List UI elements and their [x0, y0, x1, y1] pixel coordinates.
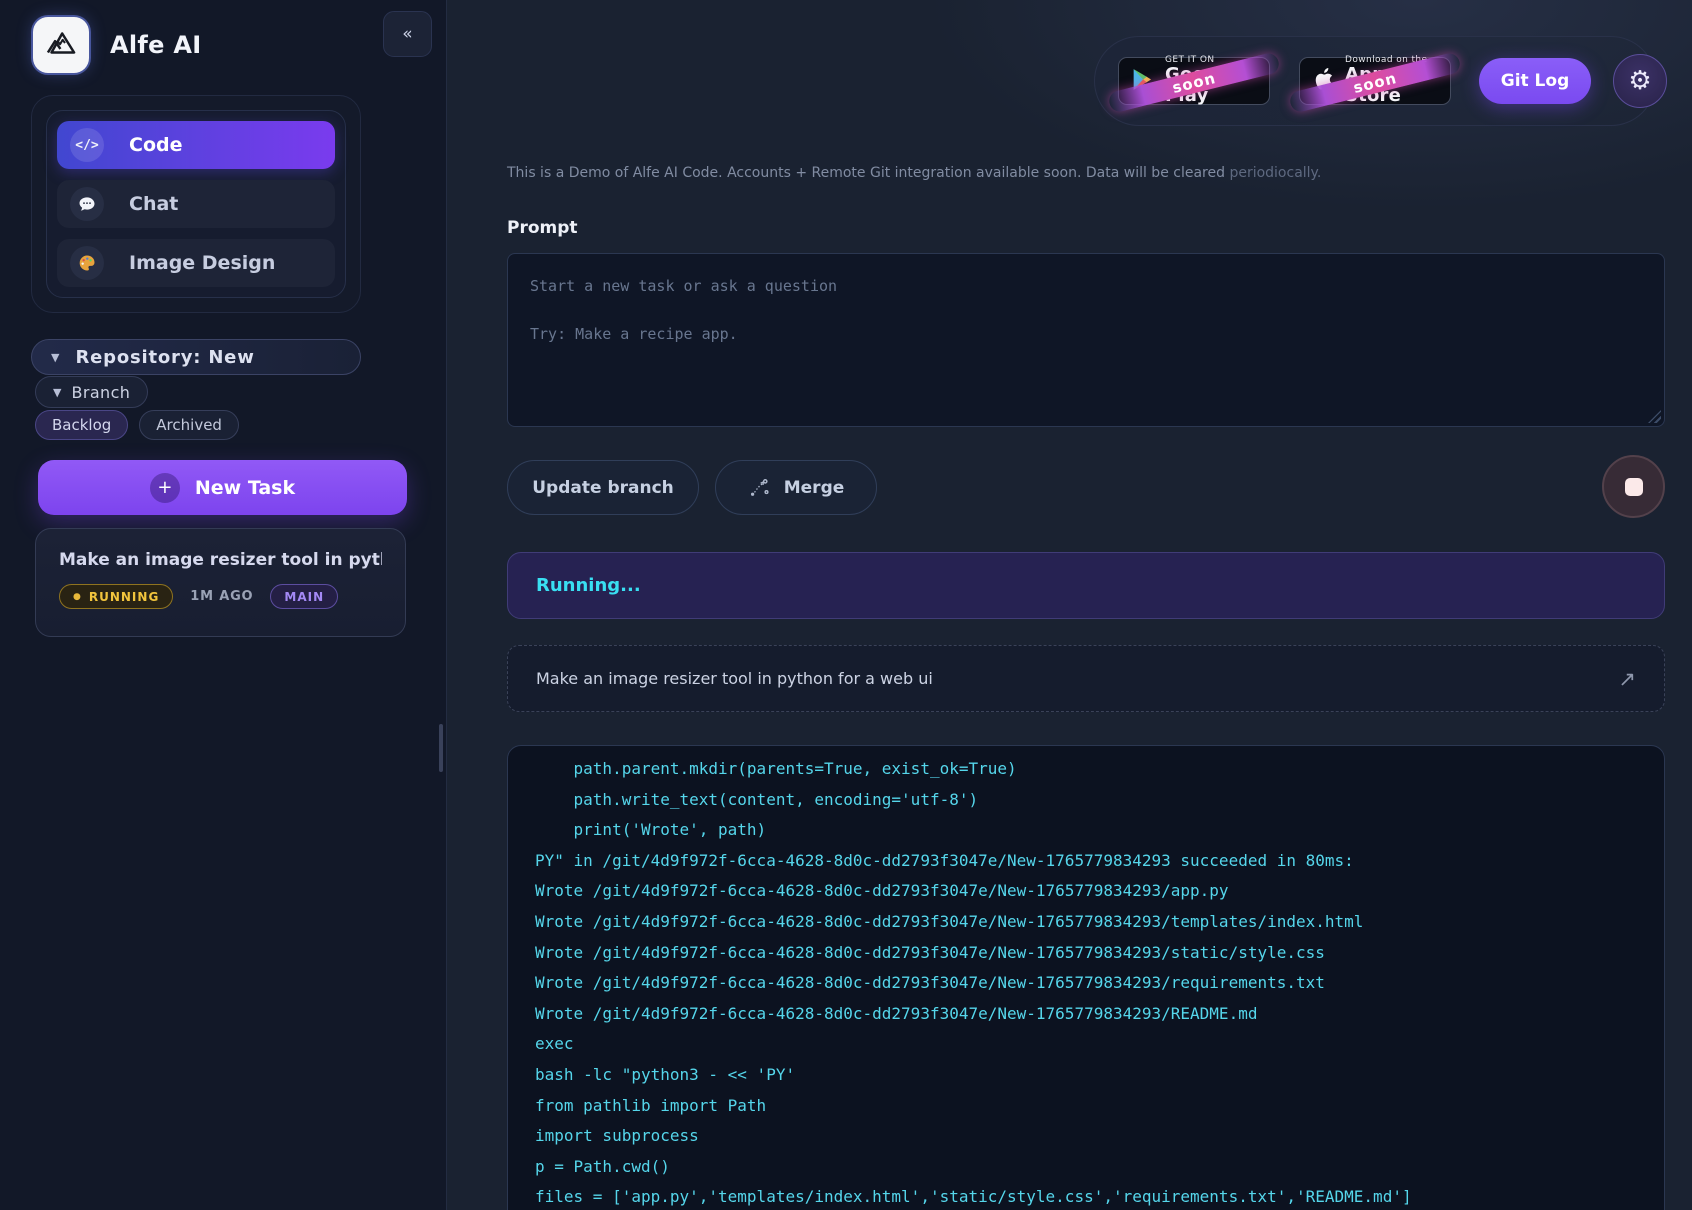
chevron-down-icon: ▼: [53, 386, 61, 399]
log-line: Wrote /git/4d9f972f-6cca-4628-8d0c-dd279…: [535, 968, 1637, 999]
google-play-icon: [1130, 67, 1155, 96]
gear-icon: ⚙: [1628, 66, 1651, 96]
merge-label: Merge: [784, 478, 845, 498]
palette-icon: [70, 246, 104, 280]
merge-button[interactable]: Merge: [715, 460, 877, 515]
nav-item-image-design[interactable]: Image Design: [57, 239, 335, 287]
task-card-badges: ● RUNNING 1M AGO MAIN: [59, 584, 382, 609]
sidebar: Alfe AI « </> Code: [0, 0, 447, 1210]
active-task-title: Make an image resizer tool in python for…: [536, 669, 1618, 688]
app-title: Alfe AI: [110, 31, 201, 59]
merge-icon: [748, 476, 771, 499]
nav-label: Code: [129, 134, 182, 156]
google-play-text: GET IT ON Google Play: [1165, 55, 1258, 107]
branch-selector[interactable]: ▼ Branch: [35, 376, 148, 408]
app-store-text: Download on the App Store: [1345, 55, 1439, 107]
task-card-title: Make an image resizer tool in python f..…: [59, 550, 382, 570]
prompt-input[interactable]: [507, 253, 1665, 427]
header-actions: GET IT ON Google Play soon Download on t…: [1094, 36, 1656, 126]
stop-icon: [1625, 478, 1643, 496]
task-card[interactable]: Make an image resizer tool in python f..…: [35, 528, 406, 637]
task-age: 1M AGO: [190, 589, 253, 604]
stop-button[interactable]: [1602, 455, 1665, 518]
nav-item-chat[interactable]: Chat: [57, 180, 335, 228]
log-line: path.parent.mkdir(parents=True, exist_ok…: [535, 754, 1637, 785]
new-task-button[interactable]: + New Task: [38, 460, 407, 515]
alfe-logo: [33, 17, 89, 73]
new-task-label: New Task: [195, 477, 295, 499]
log-line: files = ['app.py','templates/index.html'…: [535, 1182, 1637, 1210]
nav-container: </> Code Chat: [31, 95, 361, 313]
nav-item-code[interactable]: </> Code: [57, 121, 335, 169]
branch-label: Branch: [71, 383, 130, 402]
log-line: Wrote /git/4d9f972f-6cca-4628-8d0c-dd279…: [535, 938, 1637, 969]
log-line: Wrote /git/4d9f972f-6cca-4628-8d0c-dd279…: [535, 907, 1637, 938]
branch-badge: MAIN: [270, 584, 338, 609]
chevron-down-icon: ▼: [51, 351, 59, 364]
demo-notice-dim-text: periodiocally.: [1229, 165, 1321, 181]
sidebar-collapse-button[interactable]: «: [383, 11, 432, 57]
log-line: path.write_text(content, encoding='utf-8…: [535, 785, 1637, 816]
backlog-label: Backlog: [52, 416, 111, 434]
update-branch-button[interactable]: Update branch: [507, 460, 699, 515]
log-line: bash -lc "python3 - << 'PY': [535, 1060, 1637, 1091]
plus-icon: +: [150, 473, 180, 503]
brand: Alfe AI: [33, 16, 201, 74]
store-name: App Store: [1345, 65, 1439, 106]
collapse-icon: «: [402, 24, 412, 44]
running-status-text: Running...: [536, 575, 641, 596]
settings-button[interactable]: ⚙: [1613, 54, 1667, 108]
mountain-icon: [42, 24, 80, 66]
nav-label: Image Design: [129, 252, 275, 274]
open-task-icon[interactable]: ↗: [1618, 667, 1636, 691]
app-root: Alfe AI « </> Code: [0, 0, 1692, 1210]
app-store-badge[interactable]: Download on the App Store soon: [1299, 57, 1451, 105]
code-icon: </>: [70, 128, 104, 162]
store-name: Google Play: [1165, 65, 1258, 106]
archived-label: Archived: [156, 416, 222, 434]
log-line: print('Wrote', path): [535, 815, 1637, 846]
status-label: RUNNING: [89, 590, 159, 604]
chat-icon: [70, 187, 104, 221]
log-line: import subprocess: [535, 1121, 1637, 1152]
demo-notice: This is a Demo of Alfe AI Code. Accounts…: [507, 165, 1321, 181]
log-line: PY" in /git/4d9f972f-6cca-4628-8d0c-dd27…: [535, 846, 1637, 877]
agent-log-output[interactable]: path.parent.mkdir(parents=True, exist_ok…: [507, 745, 1665, 1210]
main-panel: GET IT ON Google Play soon Download on t…: [448, 0, 1692, 1210]
log-line: from pathlib import Path: [535, 1091, 1637, 1122]
git-log-button[interactable]: Git Log: [1479, 58, 1591, 104]
log-line: exec: [535, 1029, 1637, 1060]
log-line: Wrote /git/4d9f972f-6cca-4628-8d0c-dd279…: [535, 876, 1637, 907]
demo-notice-text: This is a Demo of Alfe AI Code. Accounts…: [507, 165, 1229, 181]
log-line: p = Path.cwd(): [535, 1152, 1637, 1183]
prompt-label: Prompt: [507, 218, 578, 238]
running-status-banner: Running...: [507, 552, 1665, 619]
nav-label: Chat: [129, 193, 178, 215]
nav-list: </> Code Chat: [46, 110, 346, 298]
repository-selector[interactable]: ▼ Repository: New: [31, 339, 361, 375]
update-branch-label: Update branch: [532, 478, 674, 498]
google-play-badge[interactable]: GET IT ON Google Play soon: [1118, 57, 1270, 105]
task-filters: Backlog Archived: [35, 410, 239, 440]
status-dot-icon: ●: [73, 592, 82, 602]
status-badge: ● RUNNING: [59, 584, 173, 609]
backlog-filter-button[interactable]: Backlog: [35, 410, 128, 440]
active-task-row[interactable]: Make an image resizer tool in python for…: [507, 645, 1665, 712]
repository-label: Repository: New: [75, 347, 254, 368]
apple-icon: [1311, 66, 1335, 96]
log-line: Wrote /git/4d9f972f-6cca-4628-8d0c-dd279…: [535, 999, 1637, 1030]
sidebar-scrollbar[interactable]: [439, 724, 443, 772]
archived-filter-button[interactable]: Archived: [139, 410, 239, 440]
